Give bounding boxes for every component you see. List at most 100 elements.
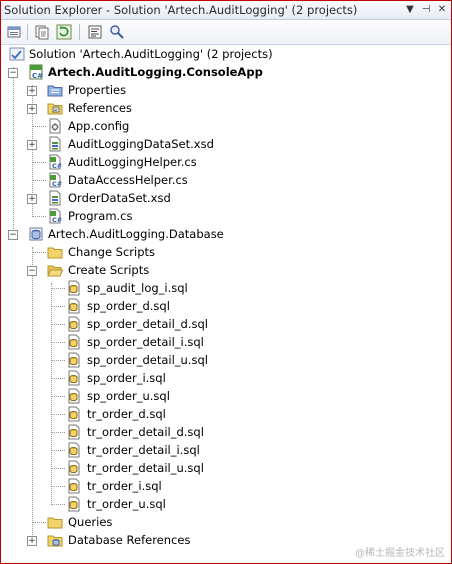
- expand-toggle[interactable]: +: [27, 104, 37, 114]
- csharp-project-icon: C#: [28, 64, 44, 80]
- sql-script-item[interactable]: tr_order_detail_u.sql: [1, 459, 451, 477]
- properties-icon[interactable]: [6, 24, 22, 40]
- sql-script-item[interactable]: tr_order_detail_i.sql: [1, 441, 451, 459]
- tree-line: [51, 414, 65, 415]
- sql-script-label: sp_order_i.sql: [87, 371, 166, 385]
- sql-file-icon: [66, 478, 82, 494]
- sql-file-icon: [66, 388, 82, 404]
- sql-script-item[interactable]: sp_order_detail_d.sql: [1, 315, 451, 333]
- svg-text:C#: C#: [52, 180, 62, 188]
- sql-script-item[interactable]: sp_order_i.sql: [1, 369, 451, 387]
- tree-line: [32, 180, 46, 181]
- tree-line: [32, 216, 46, 217]
- folder-create-scripts[interactable]: − Create Scripts: [1, 261, 451, 279]
- folder-queries[interactable]: Queries: [1, 513, 451, 531]
- close-button[interactable]: ✕: [435, 2, 449, 17]
- sql-script-item[interactable]: sp_order_detail_u.sql: [1, 351, 451, 369]
- tree-line: [51, 324, 65, 325]
- window-dropdown-button[interactable]: ▼: [403, 2, 417, 17]
- change-scripts-label: Change Scripts: [68, 245, 156, 259]
- sql-file-icon: [66, 280, 82, 296]
- tree-line: [51, 360, 65, 361]
- solution-node[interactable]: Solution 'Artech.AuditLogging' (2 projec…: [1, 45, 451, 63]
- class-view-icon[interactable]: [109, 24, 125, 40]
- sql-script-item[interactable]: sp_order_detail_i.sql: [1, 333, 451, 351]
- sql-script-label: sp_order_d.sql: [87, 299, 170, 313]
- tree-line: [51, 378, 65, 379]
- sql-script-label: sp_order_detail_i.sql: [87, 335, 204, 349]
- tree-line: [51, 504, 65, 505]
- database-references-icon: [47, 532, 63, 548]
- project-item[interactable]: App.config: [1, 117, 451, 135]
- tree-line: [51, 486, 65, 487]
- pin-button[interactable]: ⊣: [419, 2, 433, 17]
- solution-icon: [9, 46, 25, 62]
- csharp-file-icon: C#: [47, 208, 63, 224]
- tree-line: [32, 162, 46, 163]
- sql-script-label: tr_order_detail_u.sql: [87, 461, 204, 475]
- expand-toggle[interactable]: +: [27, 86, 37, 96]
- sql-script-item[interactable]: sp_order_u.sql: [1, 387, 451, 405]
- toolbar-separator: [79, 24, 80, 40]
- open-folder-icon: [47, 262, 64, 278]
- sql-file-icon: [66, 424, 82, 440]
- project-item[interactable]: + Properties: [1, 81, 451, 99]
- sql-file-icon: [66, 442, 82, 458]
- csharp-file-icon: C#: [47, 172, 63, 188]
- database-references-label: Database References: [68, 533, 191, 547]
- sql-script-label: tr_order_detail_i.sql: [87, 443, 200, 457]
- queries-label: Queries: [68, 515, 113, 529]
- view-code-icon[interactable]: [87, 24, 103, 40]
- tree-line: [51, 288, 65, 289]
- project-item[interactable]: + References: [1, 99, 451, 117]
- sql-script-label: tr_order_i.sql: [87, 479, 162, 493]
- sql-script-item[interactable]: tr_order_u.sql: [1, 495, 451, 513]
- refresh-icon[interactable]: [56, 24, 72, 40]
- create-scripts-label: Create Scripts: [68, 263, 150, 277]
- collapse-toggle[interactable]: −: [27, 266, 37, 276]
- project-item-label: Program.cs: [68, 209, 133, 223]
- config-file-icon: [47, 118, 63, 134]
- project-item[interactable]: C# DataAccessHelper.cs: [1, 171, 451, 189]
- expand-toggle[interactable]: +: [27, 194, 37, 204]
- solution-explorer-window: Solution Explorer - Solution 'Artech.Aud…: [0, 0, 452, 564]
- sql-script-label: sp_order_detail_d.sql: [87, 317, 208, 331]
- show-all-files-icon[interactable]: [34, 24, 50, 40]
- sql-file-icon: [66, 370, 82, 386]
- tree-line: [51, 306, 65, 307]
- sql-script-item[interactable]: sp_audit_log_i.sql: [1, 279, 451, 297]
- sql-script-label: sp_audit_log_i.sql: [87, 281, 188, 295]
- sql-script-item[interactable]: tr_order_detail_d.sql: [1, 423, 451, 441]
- folder-change-scripts[interactable]: Change Scripts: [1, 243, 451, 261]
- expand-toggle[interactable]: +: [27, 536, 37, 546]
- sql-file-icon: [66, 460, 82, 476]
- project-item-label: AuditLoggingHelper.cs: [68, 155, 197, 169]
- project-item-label: OrderDataSet.xsd: [68, 191, 171, 205]
- tree-line: [51, 468, 65, 469]
- project-item-label: References: [68, 101, 132, 115]
- solution-label: Solution 'Artech.AuditLogging' (2 projec…: [29, 47, 273, 61]
- collapse-toggle[interactable]: −: [8, 68, 18, 78]
- project-node-database[interactable]: − Artech.AuditLogging.Database: [1, 225, 451, 243]
- project-item-label: Properties: [68, 83, 127, 97]
- expand-toggle[interactable]: +: [27, 140, 37, 150]
- project-node-console-app[interactable]: − C# Artech.AuditLogging.ConsoleApp: [1, 63, 451, 81]
- sql-script-label: sp_order_u.sql: [87, 389, 170, 403]
- project-item[interactable]: C# AuditLoggingHelper.cs: [1, 153, 451, 171]
- csharp-file-icon: C#: [47, 154, 63, 170]
- project-item[interactable]: C# Program.cs: [1, 207, 451, 225]
- project-item[interactable]: + AuditLoggingDataSet.xsd: [1, 135, 451, 153]
- sql-file-icon: [66, 334, 82, 350]
- sql-script-item[interactable]: tr_order_d.sql: [1, 405, 451, 423]
- folder-icon: [47, 244, 63, 260]
- sql-script-label: tr_order_u.sql: [87, 497, 166, 511]
- sql-script-item[interactable]: tr_order_i.sql: [1, 477, 451, 495]
- sql-script-item[interactable]: sp_order_d.sql: [1, 297, 451, 315]
- window-title: Solution Explorer - Solution 'Artech.Aud…: [4, 3, 358, 17]
- project-item[interactable]: + OrderDataSet.xsd: [1, 189, 451, 207]
- collapse-toggle[interactable]: −: [8, 230, 18, 240]
- xsd-file-icon: [47, 136, 63, 152]
- sql-script-label: tr_order_d.sql: [87, 407, 166, 421]
- toolbar-separator: [27, 24, 28, 40]
- sql-script-label: sp_order_detail_u.sql: [87, 353, 208, 367]
